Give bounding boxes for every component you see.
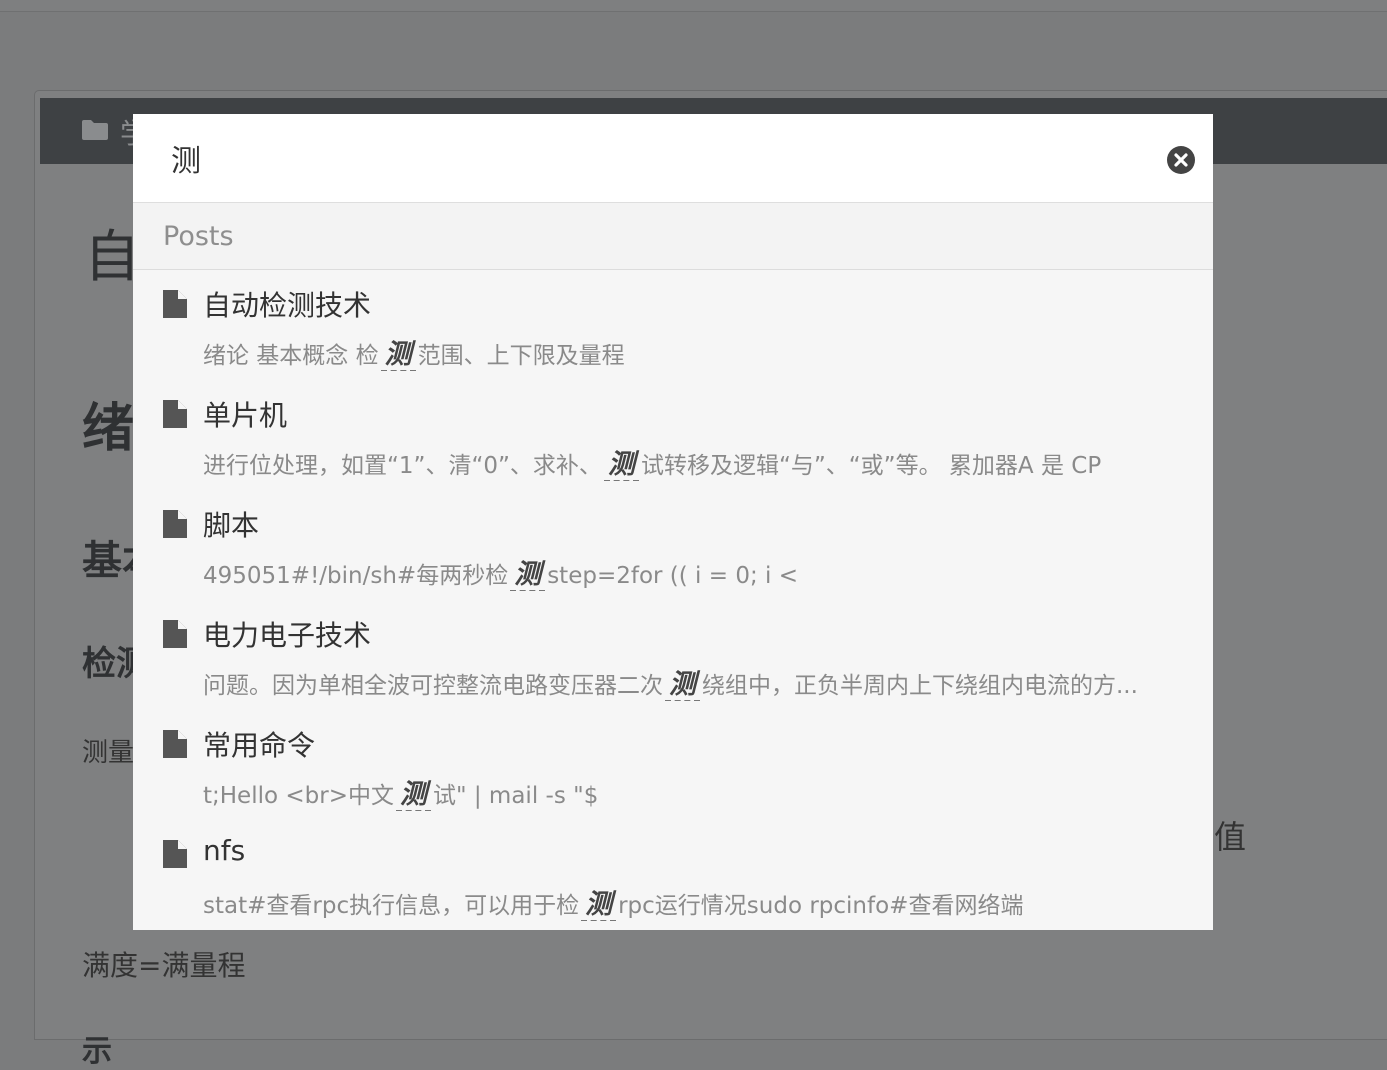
results-list: 自动检测技术 绪论 基本概念 检测范围、上下限及量程 单片机 进行位处理，如置“… xyxy=(133,270,1213,930)
search-highlight: 测 xyxy=(380,339,416,371)
background-paragraph-2: 值 xyxy=(1214,818,1247,856)
document-icon xyxy=(163,620,187,648)
search-highlight: 测 xyxy=(603,449,639,481)
background-paragraph-1: 测量 xyxy=(82,738,135,768)
background-paragraph-3: 满度=满量程 xyxy=(82,949,246,982)
document-icon xyxy=(163,840,187,868)
result-title: 自动检测技术 xyxy=(203,289,372,322)
result-item[interactable]: 电力电子技术 问题。因为单相全波可控整流电路变压器二次测绕组中，正负半周内上下绕… xyxy=(133,600,1213,710)
result-item[interactable]: 自动检测技术 绪论 基本概念 检测范围、上下限及量程 xyxy=(133,270,1213,380)
close-icon xyxy=(1174,153,1188,167)
top-edge xyxy=(0,0,1387,12)
document-icon xyxy=(163,510,187,538)
background-heading-2: 绪 xyxy=(82,399,135,459)
result-item[interactable]: 单片机 进行位处理，如置“1”、清“0”、求补、测试转移及逻辑“与”、“或”等。… xyxy=(133,380,1213,490)
result-title: 常用命令 xyxy=(203,729,316,762)
background-title: 自 xyxy=(84,225,140,290)
result-snippet: stat#查看rpc执行信息，可以用于检测 rpc运行情况sudo rpcinfo… xyxy=(203,889,1024,921)
search-bar xyxy=(133,114,1213,203)
document-icon xyxy=(163,400,187,428)
background-heading-5: 示 xyxy=(82,1034,112,1069)
result-title: 单片机 xyxy=(203,399,288,432)
result-title: 脚本 xyxy=(203,509,260,542)
section-title: Posts xyxy=(163,221,234,252)
search-highlight: 测 xyxy=(395,779,431,811)
result-snippet: 绪论 基本概念 检测范围、上下限及量程 xyxy=(203,339,625,371)
result-snippet: t;Hello <br>中文测试" | mail -s "$ xyxy=(203,779,599,811)
result-title: 电力电子技术 xyxy=(203,619,372,652)
result-item[interactable]: 脚本 495051#!/bin/sh#每两秒检测 step=2for (( i =… xyxy=(133,490,1213,600)
folder-icon xyxy=(82,120,108,140)
search-modal: Posts 自动检测技术 绪论 基本概念 检测范围、上下限及量程 单片机 进行位… xyxy=(133,114,1213,930)
section-header: Posts xyxy=(133,203,1213,270)
result-title: nfs xyxy=(203,834,246,867)
result-snippet: 495051#!/bin/sh#每两秒检测 step=2for (( i = 0;… xyxy=(203,559,799,591)
result-snippet: 进行位处理，如置“1”、清“0”、求补、测试转移及逻辑“与”、“或”等。 累加器… xyxy=(203,449,1102,481)
document-icon xyxy=(163,730,187,758)
close-button[interactable] xyxy=(1167,146,1195,174)
document-icon xyxy=(163,290,187,318)
search-highlight: 测 xyxy=(510,559,546,591)
result-item[interactable]: 常用命令 t;Hello <br>中文测试" | mail -s "$ xyxy=(133,710,1213,820)
result-snippet: 问题。因为单相全波可控整流电路变压器二次测绕组中，正负半周内上下绕组内电流的方.… xyxy=(203,669,1138,701)
search-highlight: 测 xyxy=(665,669,700,701)
search-highlight: 测 xyxy=(581,889,617,921)
search-input[interactable] xyxy=(171,134,1151,182)
result-item[interactable]: nfs stat#查看rpc执行信息，可以用于检测 rpc运行情况sudo rpc… xyxy=(133,820,1213,930)
